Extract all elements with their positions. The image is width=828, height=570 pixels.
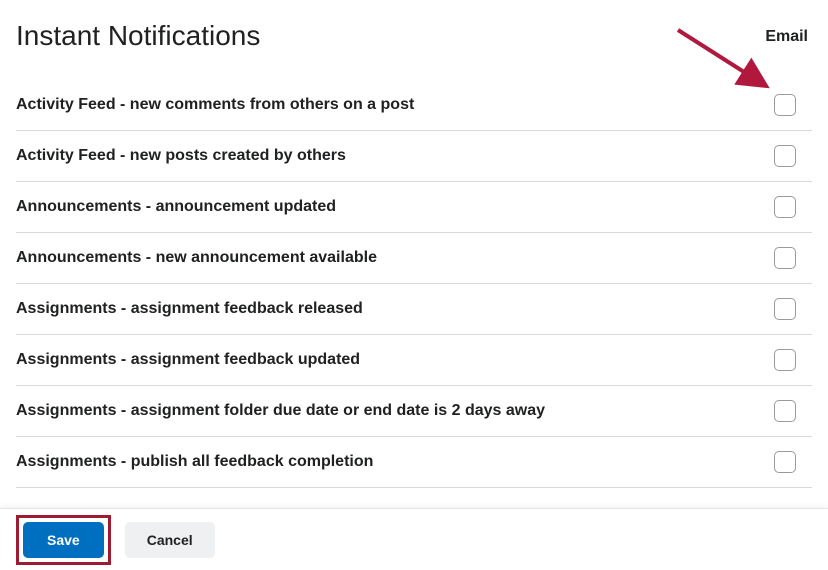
email-column-header: Email [765, 28, 812, 46]
page-title: Instant Notifications [16, 20, 260, 52]
notification-row: Announcements - new announcement availab… [16, 233, 812, 284]
save-button[interactable]: Save [23, 522, 104, 558]
email-checkbox[interactable] [774, 349, 796, 371]
notification-label: Assignments - assignment feedback update… [16, 351, 360, 369]
notification-label: Activity Feed - new posts created by oth… [16, 147, 346, 165]
notification-label: Assignments - publish all feedback compl… [16, 453, 373, 471]
cancel-button[interactable]: Cancel [125, 522, 215, 558]
notification-row: Assignments - publish all feedback compl… [16, 437, 812, 488]
notification-label: Announcements - announcement updated [16, 198, 336, 216]
footer-bar: Save Cancel [0, 508, 828, 570]
email-checkbox[interactable] [774, 196, 796, 218]
email-checkbox[interactable] [774, 298, 796, 320]
notification-row: Assignments - assignment folder due date… [16, 386, 812, 437]
notification-label: Announcements - new announcement availab… [16, 249, 377, 267]
notification-row: Activity Feed - new comments from others… [16, 80, 812, 131]
save-button-highlight: Save [16, 515, 111, 565]
notification-label: Assignments - assignment folder due date… [16, 402, 545, 420]
email-checkbox[interactable] [774, 451, 796, 473]
notification-row: Assignments - assignment feedback releas… [16, 284, 812, 335]
email-checkbox[interactable] [774, 94, 796, 116]
notification-label: Assignments - assignment feedback releas… [16, 300, 363, 318]
email-checkbox[interactable] [774, 145, 796, 167]
email-checkbox[interactable] [774, 247, 796, 269]
notification-row: Activity Feed - new posts created by oth… [16, 131, 812, 182]
notification-row: Announcements - announcement updated [16, 182, 812, 233]
notification-row: Assignments - assignment feedback update… [16, 335, 812, 386]
notification-label: Activity Feed - new comments from others… [16, 96, 414, 114]
email-checkbox[interactable] [774, 400, 796, 422]
